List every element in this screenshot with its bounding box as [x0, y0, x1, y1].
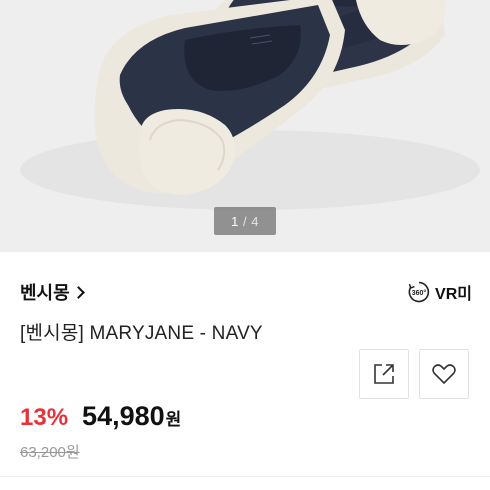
heart-icon — [432, 364, 456, 384]
share-button[interactable] — [359, 349, 409, 399]
divider — [0, 476, 490, 477]
indicator-total: 4 — [251, 213, 259, 229]
currency-unit: 원 — [165, 410, 182, 429]
indicator-separator: / — [242, 213, 248, 229]
product-title: [벤시몽] MARYJANE - NAVY — [20, 323, 263, 344]
indicator-current: 1 — [231, 213, 239, 229]
vr-badge-text: 360° — [412, 289, 427, 297]
discount-rate: 13% — [20, 404, 69, 431]
share-icon — [374, 364, 394, 384]
vr-view-button[interactable]: 360° VR미 — [407, 280, 472, 304]
original-price: 63,200원 — [20, 444, 80, 461]
price-row: 13% 54,980 원 — [20, 401, 181, 437]
360-view-icon: 360° — [408, 281, 430, 303]
vr-label: VR미 — [435, 286, 472, 303]
brand-link[interactable]: 벤시몽 — [20, 279, 85, 305]
brand-row: 벤시몽 360° VR미 — [20, 280, 472, 304]
chevron-right-icon — [71, 286, 85, 299]
sale-price: 54,980 — [82, 401, 165, 431]
like-button[interactable] — [419, 349, 469, 399]
product-image-carousel[interactable]: 1 / 4 — [0, 0, 490, 252]
brand-name: 벤시몽 — [20, 283, 70, 303]
image-page-indicator: 1 / 4 — [214, 207, 276, 235]
